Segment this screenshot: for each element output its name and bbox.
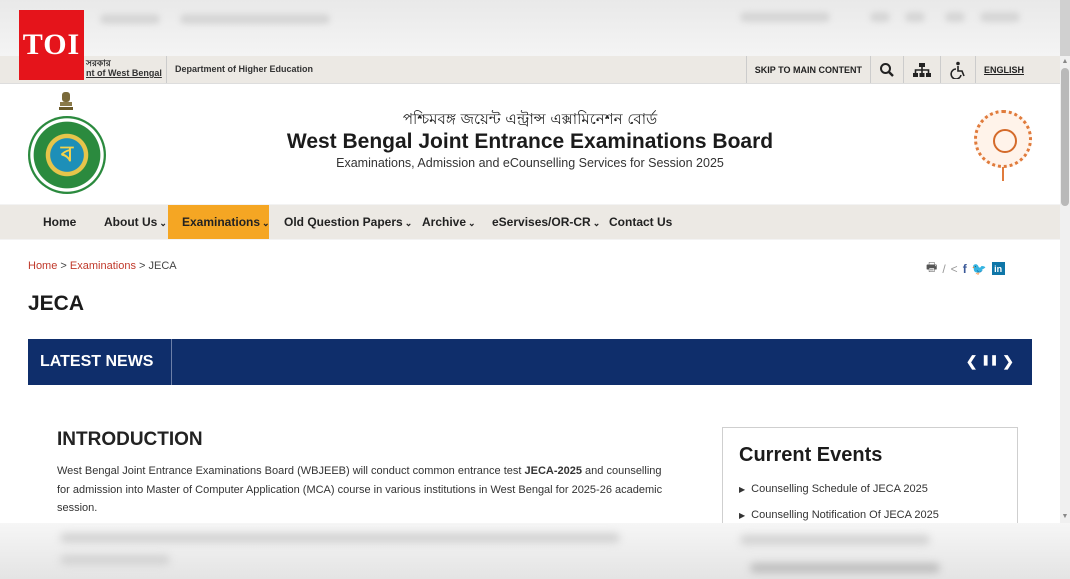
event-label: Counselling Schedule of JECA 2025 xyxy=(751,483,928,495)
chevron-down-icon: ⌄ xyxy=(468,218,476,228)
twitter-icon[interactable]: 🐦 xyxy=(972,262,987,276)
share-divider: / xyxy=(942,261,946,276)
sitemap-button[interactable] xyxy=(902,56,940,83)
dept-link[interactable]: Department of Higher Education xyxy=(166,56,313,83)
gov-line1: সরকার xyxy=(86,58,111,68)
news-controls: ❮ ❚❚ ❯ xyxy=(966,353,1014,370)
intro-paragraph: West Bengal Joint Entrance Examinations … xyxy=(57,462,677,518)
site-header: ব পশ্চিমবঙ্গ জয়েন্ট এন্ট্রান্স এক্সামিন… xyxy=(0,84,1060,204)
nav-about-us[interactable]: About Us ⌄ xyxy=(104,205,167,239)
breadcrumb-examinations[interactable]: Examinations xyxy=(70,260,136,272)
intro-heading: INTRODUCTION xyxy=(57,429,203,450)
nav-archive[interactable]: Archive ⌄ xyxy=(422,205,476,239)
nav-oqp-label: Old Question Papers xyxy=(284,215,403,229)
accessibility-button[interactable] xyxy=(939,56,975,83)
events-heading: Current Events xyxy=(739,444,883,466)
sitemap-icon xyxy=(912,62,931,77)
scroll-down-icon[interactable]: ▼ xyxy=(1061,513,1069,521)
event-label: Counselling Notification Of JECA 2025 xyxy=(751,509,939,521)
nav-contact-label: Contact Us xyxy=(609,215,673,229)
utility-links: SKIP TO MAIN CONTENT ENGLISH xyxy=(745,56,1032,83)
nav-examinations[interactable]: Examinations ⌄ xyxy=(168,205,270,239)
event-item[interactable]: ▶ Counselling Schedule of JECA 2025 xyxy=(739,483,939,495)
blurred-browser-bar xyxy=(0,0,1070,56)
scroll-up-icon[interactable]: ▲ xyxy=(1061,58,1069,66)
share-icon[interactable]: < xyxy=(951,262,958,276)
language-link[interactable]: ENGLISH xyxy=(974,56,1032,83)
bengali-title: পশ্চিমবঙ্গ জয়েন্ট এন্ট্রান্স এক্সামিনেশ… xyxy=(402,110,658,128)
nav-old-question-papers[interactable]: Old Question Papers ⌄ xyxy=(284,205,412,239)
scroll-thumb[interactable] xyxy=(1061,68,1069,206)
triangle-right-icon: ▶ xyxy=(739,485,746,494)
window-edge xyxy=(1060,0,1070,56)
top-utility-bar: সরকার nt of West Bengal Department of Hi… xyxy=(0,56,1060,84)
latest-news-label: LATEST NEWS xyxy=(28,339,172,385)
header-titles: পশ্চিমবঙ্গ জয়েন্ট এন্ট্রান্স এক্সামিনেশ… xyxy=(0,108,1060,170)
blurred-bottom-area xyxy=(0,523,1070,579)
chevron-down-icon: ⌄ xyxy=(404,218,413,228)
breadcrumb-sep: > xyxy=(60,260,67,272)
gov-line2: nt of West Bengal xyxy=(86,68,162,78)
search-button[interactable] xyxy=(869,56,903,83)
vertical-scrollbar[interactable]: ▲ ▼ xyxy=(1060,56,1070,523)
anniversary-logo xyxy=(974,110,1032,181)
breadcrumb-sep: > xyxy=(139,260,146,272)
site-subtitle: Examinations, Admission and eCounselling… xyxy=(336,156,724,170)
intro-text-1: West Bengal Joint Entrance Examinations … xyxy=(57,465,525,477)
gov-link[interactable]: সরকার nt of West Bengal xyxy=(86,58,162,78)
linkedin-icon[interactable]: in xyxy=(991,262,1005,275)
nav-eservices[interactable]: eServises/OR-CR ⌄ xyxy=(492,205,600,239)
nav-exams-label: Examinations xyxy=(182,215,261,229)
search-icon xyxy=(879,62,894,77)
intro-bold: JECA-2025 xyxy=(524,465,582,477)
nav-archive-label: Archive xyxy=(422,215,467,229)
accessibility-icon xyxy=(950,61,965,79)
print-icon[interactable]: 🖶 xyxy=(926,258,937,279)
main-nav: Home About Us ⌄ Examinations ⌄ Old Questio… xyxy=(0,205,1060,239)
chevron-down-icon: ⌄ xyxy=(159,218,167,228)
pause-icon[interactable]: ❚❚ xyxy=(982,353,999,370)
breadcrumb-current: JECA xyxy=(148,260,177,272)
chevron-down-icon: ⌄ xyxy=(262,218,270,228)
main-content: Home > Examinations > JECA 🖶 / < f 🐦 in … xyxy=(0,240,1060,549)
latest-news-bar: LATEST NEWS ❮ ❚❚ ❯ xyxy=(28,339,1032,385)
nav-about-label: About Us xyxy=(104,215,158,229)
page-title: JECA xyxy=(28,292,85,315)
nav-eservices-label: eServises/OR-CR xyxy=(492,215,591,229)
triangle-right-icon: ▶ xyxy=(739,511,746,520)
toi-badge: TOI xyxy=(19,10,84,80)
nav-home[interactable]: Home xyxy=(43,205,76,239)
event-item[interactable]: ▶ Counselling Notification Of JECA 2025 xyxy=(739,509,939,521)
breadcrumb-home[interactable]: Home xyxy=(28,260,57,272)
prev-icon[interactable]: ❮ xyxy=(966,353,978,370)
breadcrumb: Home > Examinations > JECA xyxy=(28,260,177,272)
site-title: West Bengal Joint Entrance Examinations … xyxy=(286,130,774,153)
share-toolbar: 🖶 / < f 🐦 in xyxy=(926,258,1005,279)
facebook-icon[interactable]: f xyxy=(963,262,967,276)
next-icon[interactable]: ❯ xyxy=(1002,353,1014,370)
nav-home-label: Home xyxy=(43,215,77,229)
nav-contact-us[interactable]: Contact Us xyxy=(609,205,672,239)
skip-to-main-link[interactable]: SKIP TO MAIN CONTENT xyxy=(745,56,870,83)
chevron-down-icon: ⌄ xyxy=(592,218,601,228)
